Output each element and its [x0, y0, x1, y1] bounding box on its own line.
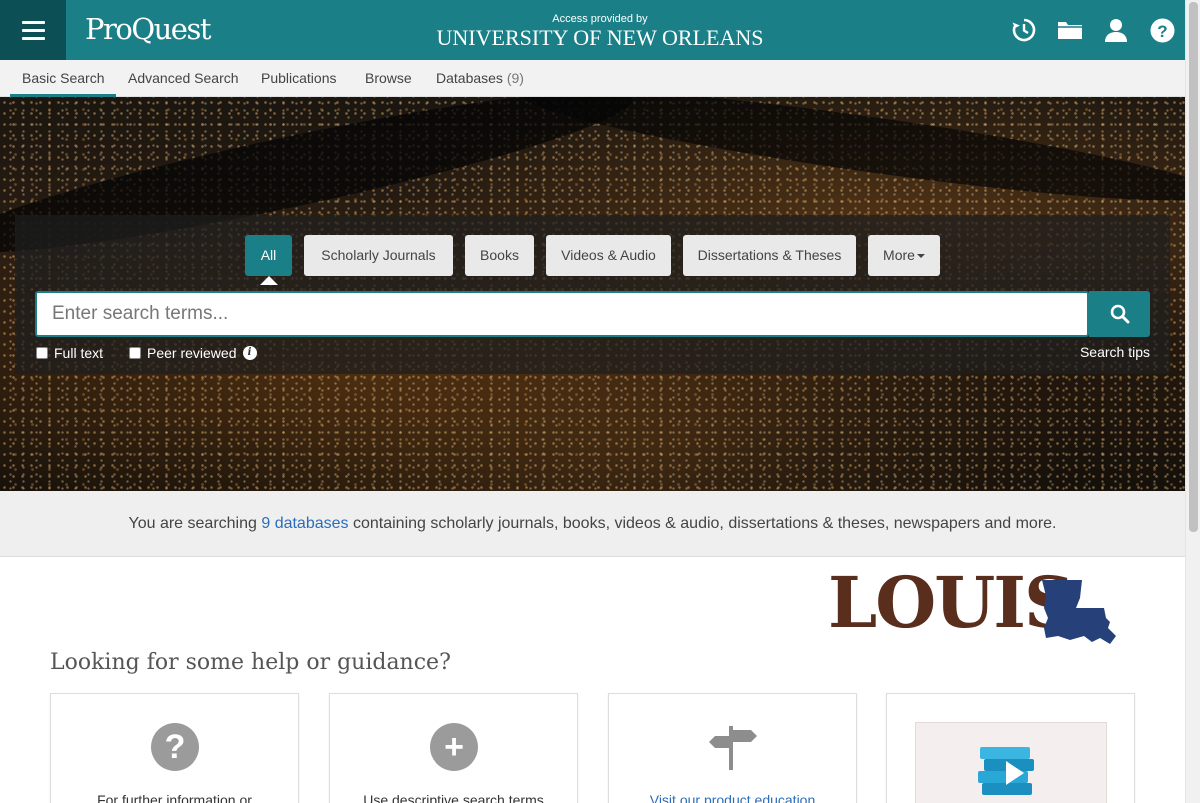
institution-banner: Access provided by UNIVERSITY OF NEW ORL…	[430, 13, 770, 50]
source-type-tabs: All Scholarly Journals Books Videos & Au…	[15, 235, 1170, 276]
tab-all[interactable]: All	[245, 235, 292, 276]
plus-icon: +	[430, 723, 478, 771]
help-card-search-terms[interactable]: + Use descriptive search terms	[329, 693, 578, 803]
product-education-link[interactable]: Visit our product education	[609, 792, 856, 803]
chevron-down-icon	[916, 254, 925, 259]
nav-browse[interactable]: Browse	[365, 60, 412, 97]
svg-text:?: ?	[1157, 22, 1167, 41]
signpost-icon	[709, 726, 757, 770]
search-icon	[1110, 304, 1129, 324]
user-icon[interactable]	[1102, 16, 1130, 44]
tab-more-label: More	[883, 247, 915, 263]
peer-reviewed-option[interactable]: Peer reviewed i	[129, 344, 257, 362]
menu-bar	[21, 36, 45, 40]
tab-books[interactable]: Books	[465, 235, 534, 276]
nav-databases-label: Databases	[436, 70, 503, 86]
tab-more[interactable]: More	[868, 235, 940, 276]
nav-databases-count: (9)	[506, 70, 524, 86]
help-card-support[interactable]: ? For further information or	[50, 693, 299, 803]
proquest-logo[interactable]: ProQuest	[85, 12, 212, 46]
scrollbar-thumb[interactable]	[1189, 2, 1198, 532]
top-header: ProQuest Access provided by UNIVERSITY O…	[0, 0, 1185, 60]
help-heading: Looking for some help or guidance?	[50, 650, 451, 675]
info-icon[interactable]: i	[242, 346, 257, 360]
search-panel: All Scholarly Journals Books Videos & Au…	[15, 215, 1170, 374]
help-card-text: Use descriptive search terms	[363, 792, 544, 803]
menu-bar	[21, 28, 45, 32]
search-tips-link[interactable]: Search tips	[1080, 344, 1150, 360]
full-text-option[interactable]: Full text	[36, 344, 103, 362]
full-text-label: Full text	[54, 345, 104, 361]
louis-logo: LOUIS	[828, 566, 1118, 648]
books-video-icon	[978, 747, 1034, 795]
search-button[interactable]	[1089, 291, 1150, 337]
full-text-checkbox[interactable]	[36, 347, 48, 359]
search-nav-bar: Basic Search Advanced Search Publication…	[0, 60, 1185, 97]
search-input[interactable]	[35, 291, 1089, 337]
help-card-text: For further information or	[97, 792, 252, 803]
nav-advanced-search[interactable]: Advanced Search	[128, 60, 239, 97]
tab-dissertations-theses[interactable]: Dissertations & Theses	[683, 235, 856, 276]
peer-reviewed-label: Peer reviewed	[147, 345, 237, 361]
page-scrollbar[interactable]	[1185, 0, 1200, 803]
help-icon[interactable]: ?	[1148, 16, 1176, 44]
louisiana-map-icon	[1042, 580, 1116, 644]
hero-banner: All Scholarly Journals Books Videos & Au…	[0, 97, 1185, 491]
info-suffix: containing scholarly journals, books, vi…	[352, 515, 1057, 532]
history-icon[interactable]	[1010, 16, 1038, 44]
training-video-thumbnail[interactable]	[915, 722, 1107, 803]
tab-videos-audio[interactable]: Videos & Audio	[546, 235, 671, 276]
nav-databases[interactable]: Databases (9)	[436, 60, 524, 97]
institution-name: UNIVERSITY OF NEW ORLEANS	[436, 25, 764, 50]
question-icon: ?	[151, 723, 199, 771]
help-card-product-education[interactable]: Visit our product education	[608, 693, 857, 803]
tab-scholarly-journals[interactable]: Scholarly Journals	[304, 235, 453, 276]
nav-publications[interactable]: Publications	[261, 60, 337, 97]
databases-link[interactable]: 9 databases	[261, 515, 348, 532]
help-card-training-video[interactable]	[886, 693, 1135, 803]
folder-icon[interactable]	[1056, 16, 1084, 44]
hamburger-menu-button[interactable]	[0, 0, 66, 60]
menu-bar	[21, 20, 45, 24]
nav-basic-search[interactable]: Basic Search	[9, 60, 118, 97]
database-info-strip: You are searching 9 databases containing…	[0, 491, 1185, 557]
peer-reviewed-checkbox[interactable]	[129, 347, 141, 359]
info-prefix: You are searching	[128, 515, 257, 532]
louis-wordmark: LOUIS	[828, 561, 1075, 644]
